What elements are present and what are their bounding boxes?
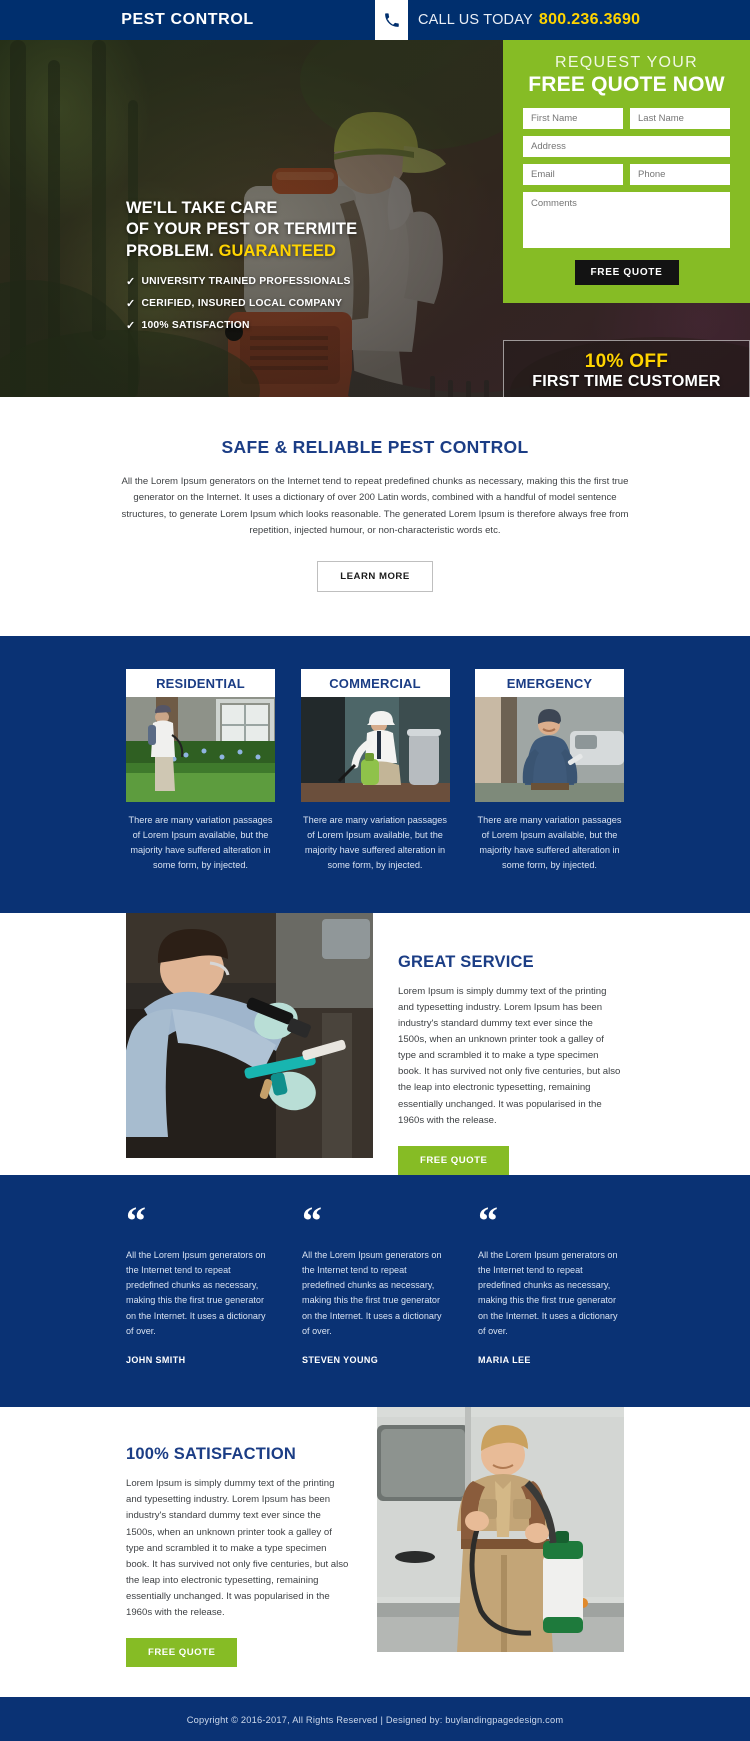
hero-section: WE'LL TAKE CARE OF YOUR PEST OR TERMITE … bbox=[0, 40, 750, 397]
call-us-area[interactable]: CALL US TODAY 800.236.3690 bbox=[408, 0, 750, 40]
satisfaction-section: 100% SATISFACTION Lorem Ipsum is simply … bbox=[0, 1407, 750, 1698]
quote-form: REQUEST YOUR FREE QUOTE NOW FREE QUOTE bbox=[503, 40, 750, 303]
check-icon: ✓ bbox=[126, 320, 136, 333]
email-input[interactable] bbox=[523, 164, 623, 185]
hero-bullet-label: 100% SATISFACTION bbox=[141, 320, 250, 332]
form-subtitle: REQUEST YOUR bbox=[554, 54, 699, 71]
quote-icon: “ bbox=[302, 1197, 322, 1243]
great-service-copy: GREAT SERVICE Lorem Ipsum is simply dumm… bbox=[373, 913, 624, 1175]
service-card-description: There are many variation passages of Lor… bbox=[302, 815, 447, 870]
testimonial-text: All the Lorem Ipsum generators on the In… bbox=[126, 1249, 266, 1336]
phone-number[interactable]: 800.236.3690 bbox=[539, 11, 640, 29]
quote-icon: “ bbox=[478, 1197, 498, 1243]
copyright-text: Copyright © 2016-2017, All Rights Reserv… bbox=[186, 1715, 564, 1726]
brand-area: PEST CONTROL bbox=[0, 0, 375, 40]
testimonial-card: “ All the Lorem Ipsum generators on the … bbox=[126, 1197, 272, 1366]
satisfaction-copy: 100% SATISFACTION Lorem Ipsum is simply … bbox=[126, 1407, 377, 1697]
great-service-body: Lorem Ipsum is simply dummy text of the … bbox=[398, 985, 621, 1126]
check-icon: ✓ bbox=[126, 276, 136, 289]
services-section: RESIDENTIAL There are many variation pas… bbox=[0, 636, 750, 913]
last-name-input[interactable] bbox=[630, 108, 730, 129]
service-card-title: RESIDENTIAL bbox=[126, 669, 275, 698]
service-card-emergency[interactable]: EMERGENCY There are many variation passa… bbox=[475, 669, 624, 873]
form-submit-button[interactable]: FREE QUOTE bbox=[574, 260, 679, 285]
phone-input[interactable] bbox=[630, 164, 730, 185]
form-title: FREE QUOTE NOW bbox=[528, 73, 725, 96]
service-card-residential[interactable]: RESIDENTIAL There are many variation pas… bbox=[126, 669, 275, 873]
service-card-description: There are many variation passages of Lor… bbox=[128, 815, 273, 870]
service-card-commercial[interactable]: COMMERCIAL There are many variation pass… bbox=[300, 669, 450, 873]
hero-copy: WE'LL TAKE CARE OF YOUR PEST OR TERMITE … bbox=[126, 198, 376, 341]
hero-headline-line1: WE'LL TAKE CARE bbox=[126, 199, 278, 217]
check-icon: ✓ bbox=[126, 298, 136, 311]
service-card-image bbox=[126, 697, 275, 803]
satisfaction-quote-button[interactable]: FREE QUOTE bbox=[126, 1638, 238, 1668]
testimonial-author: MARIA LEE bbox=[478, 1355, 531, 1366]
hero-benefit-list: ✓ UNIVERSITY TRAINED PROFESSIONALS ✓ CER… bbox=[126, 275, 376, 332]
list-item: ✓ UNIVERSITY TRAINED PROFESSIONALS bbox=[126, 275, 376, 288]
service-card-description: There are many variation passages of Lor… bbox=[477, 815, 622, 870]
testimonial-text: All the Lorem Ipsum generators on the In… bbox=[302, 1249, 442, 1336]
first-name-input[interactable] bbox=[523, 108, 623, 129]
list-item: ✓ 100% SATISFACTION bbox=[126, 319, 376, 332]
service-card-image bbox=[475, 697, 624, 803]
landing-page: PEST CONTROL CALL US TODAY 800.236.3690 bbox=[0, 0, 750, 1741]
testimonial-text: All the Lorem Ipsum generators on the In… bbox=[478, 1249, 618, 1336]
satisfaction-image bbox=[377, 1407, 624, 1697]
intro-section: SAFE & RELIABLE PEST CONTROL All the Lor… bbox=[0, 397, 750, 637]
great-service-section: GREAT SERVICE Lorem Ipsum is simply dumm… bbox=[0, 912, 750, 1175]
page-title: SAFE & RELIABLE PEST CONTROL bbox=[221, 437, 529, 457]
testimonial-author: STEVEN YOUNG bbox=[302, 1355, 379, 1366]
learn-more-button[interactable]: LEARN MORE bbox=[317, 561, 433, 593]
brand-logo-text: PEST CONTROL bbox=[121, 11, 254, 28]
phone-icon bbox=[375, 0, 408, 40]
service-card-image bbox=[300, 697, 450, 803]
footer: Copyright © 2016-2017, All Rights Reserv… bbox=[0, 1697, 750, 1741]
satisfaction-heading: 100% SATISFACTION bbox=[126, 1445, 296, 1464]
address-input[interactable] bbox=[523, 136, 730, 157]
discount-amount: 10% OFF bbox=[584, 351, 669, 372]
testimonial-author: JOHN SMITH bbox=[126, 1355, 186, 1366]
hero-bullet-label: CERIFIED, INSURED LOCAL COMPANY bbox=[141, 298, 343, 310]
call-us-label: CALL US TODAY bbox=[418, 12, 533, 28]
top-bar: PEST CONTROL CALL US TODAY 800.236.3690 bbox=[0, 0, 750, 40]
hero-headline-line2: OF YOUR PEST OR TERMITE bbox=[126, 220, 358, 239]
great-service-quote-button[interactable]: FREE QUOTE bbox=[398, 1145, 510, 1175]
hero-headline: WE'LL TAKE CARE OF YOUR PEST OR TERMITE … bbox=[126, 198, 376, 262]
great-service-heading: GREAT SERVICE bbox=[398, 952, 534, 971]
intro-body-text: All the Lorem Ipsum generators on the In… bbox=[121, 476, 629, 536]
discount-subtitle: FIRST TIME CUSTOMER bbox=[532, 373, 721, 390]
discount-badge: 10% OFF FIRST TIME CUSTOMER bbox=[503, 340, 750, 397]
comments-textarea[interactable] bbox=[523, 192, 730, 248]
hero-headline-line3: PROBLEM. bbox=[126, 241, 214, 260]
quote-icon: “ bbox=[126, 1197, 146, 1243]
testimonial-card: “ All the Lorem Ipsum generators on the … bbox=[478, 1197, 624, 1366]
great-service-image bbox=[126, 912, 373, 1175]
list-item: ✓ CERIFIED, INSURED LOCAL COMPANY bbox=[126, 297, 376, 310]
hero-bullet-label: UNIVERSITY TRAINED PROFESSIONALS bbox=[141, 276, 351, 288]
testimonials-section: “ All the Lorem Ipsum generators on the … bbox=[0, 1174, 750, 1408]
service-card-title: COMMERCIAL bbox=[300, 669, 450, 698]
testimonial-card: “ All the Lorem Ipsum generators on the … bbox=[302, 1197, 448, 1366]
service-card-title: EMERGENCY bbox=[475, 669, 624, 698]
hero-headline-highlight: GUARANTEED bbox=[218, 241, 336, 260]
satisfaction-body: Lorem Ipsum is simply dummy text of the … bbox=[126, 1478, 349, 1619]
